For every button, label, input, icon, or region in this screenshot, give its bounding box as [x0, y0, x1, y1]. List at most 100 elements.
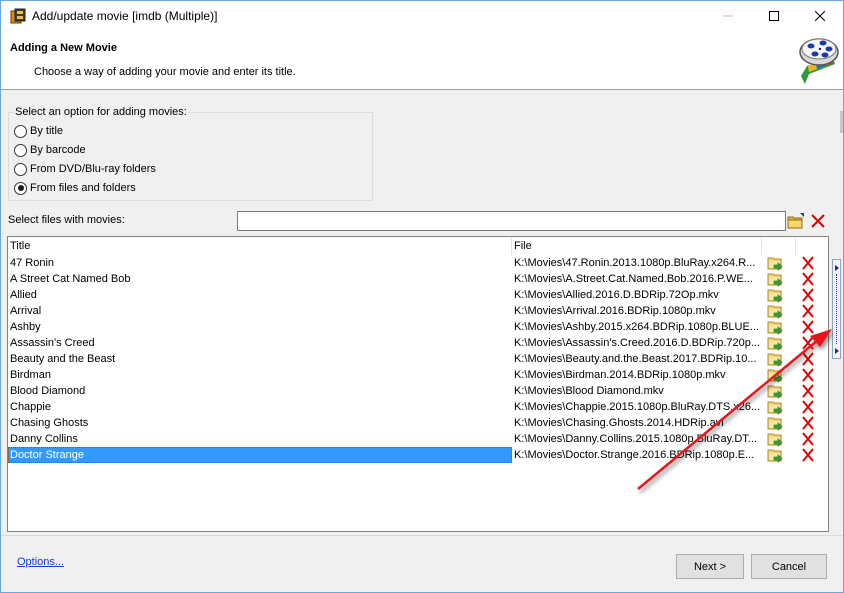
close-button[interactable]	[797, 1, 843, 31]
radio-button[interactable]	[14, 162, 27, 176]
wizard-header: Adding a New Movie Choose a way of addin…	[1, 31, 843, 90]
red-x-icon[interactable]	[800, 319, 816, 335]
triangle-right-icon	[835, 348, 839, 354]
red-x-icon[interactable]	[800, 431, 816, 447]
table-row[interactable]: Danny Collins K:\Movies\Danny.Collins.201…	[8, 431, 828, 447]
film-reel-icon	[799, 38, 839, 84]
cell-file[interactable]: K:\Movies\Doctor.Strange.2016.BDRip.1080…	[513, 447, 761, 463]
table-row[interactable]: Assassin's Creed K:\Movies\Assassin's.Cre…	[8, 335, 828, 351]
folder-arrow-icon[interactable]	[767, 383, 783, 399]
table-row[interactable]: Chasing Ghosts K:\Movies\Chasing.Ghosts.2…	[8, 415, 828, 431]
cell-file[interactable]: K:\Movies\Assassin's.Creed.2016.D.BDRip.…	[513, 335, 761, 351]
folder-arrow-icon[interactable]	[767, 431, 783, 447]
table-row[interactable]: 47 Ronin K:\Movies\47.Ronin.2013.1080p.Bl…	[8, 255, 828, 271]
cell-file[interactable]: K:\Movies\Allied.2016.D.BDRip.72Op.mkv	[513, 287, 761, 303]
table-row[interactable]: Chappie K:\Movies\Chappie.2015.1080p.BluR…	[8, 399, 828, 415]
table-row[interactable]: Birdman K:\Movies\Birdman.2014.BDRip.1080…	[8, 367, 828, 383]
radio-from-files-folders[interactable]: From files and folders	[14, 180, 136, 196]
folder-arrow-icon[interactable]	[767, 351, 783, 367]
folder-arrow-icon[interactable]	[767, 255, 783, 271]
cell-title[interactable]: Arrival	[8, 303, 512, 319]
window-title: Add/update movie [imdb (Multiple)]	[32, 9, 218, 23]
cell-title[interactable]: A Street Cat Named Bob	[8, 271, 512, 287]
red-x-icon[interactable]	[800, 303, 816, 319]
radio-from-dvd-folders[interactable]: From DVD/Blu-ray folders	[14, 161, 156, 177]
title-bar: Add/update movie [imdb (Multiple)]	[1, 1, 843, 31]
radio-label: By barcode	[30, 144, 86, 156]
cell-title[interactable]: Ashby	[8, 319, 512, 335]
table-row[interactable]: Blood Diamond K:\Movies\Blood Diamond.mkv	[8, 383, 828, 399]
options-link[interactable]: Options...	[17, 556, 64, 568]
red-x-icon[interactable]	[800, 271, 816, 287]
folder-arrow-icon[interactable]	[767, 319, 783, 335]
cell-file[interactable]: K:\Movies\A.Street.Cat.Named.Bob.2016.P.…	[513, 271, 761, 287]
minimize-button[interactable]	[705, 1, 751, 31]
folder-arrow-icon[interactable]	[767, 287, 783, 303]
folder-arrow-icon[interactable]	[767, 399, 783, 415]
red-x-icon[interactable]	[800, 399, 816, 415]
cell-file[interactable]: K:\Movies\Arrival.2016.BDRip.1080p.mkv	[513, 303, 761, 319]
radio-button[interactable]	[14, 143, 27, 157]
radio-label: From files and folders	[30, 182, 136, 194]
column-header-title[interactable]: Title	[8, 237, 512, 255]
cell-title[interactable]: Beauty and the Beast	[8, 351, 512, 367]
select-files-input[interactable]	[237, 211, 786, 231]
folder-open-icon[interactable]	[787, 212, 805, 230]
table-row[interactable]: Doctor Strange K:\Movies\Doctor.Strange.2…	[8, 447, 828, 463]
cell-file[interactable]: K:\Movies\Beauty.and.the.Beast.2017.BDRi…	[513, 351, 761, 367]
cell-title[interactable]: 47 Ronin	[8, 255, 512, 271]
cell-title[interactable]: Birdman	[8, 367, 512, 383]
red-x-icon[interactable]	[800, 415, 816, 431]
red-x-icon[interactable]	[800, 447, 816, 463]
cell-title[interactable]: Blood Diamond	[8, 383, 512, 399]
window-scrollbar-thumb[interactable]	[840, 111, 843, 133]
table-row[interactable]: Allied K:\Movies\Allied.2016.D.BDRip.72Op…	[8, 287, 828, 303]
cell-title[interactable]: Chasing Ghosts	[8, 415, 512, 431]
cell-title[interactable]: Allied	[8, 287, 512, 303]
folder-arrow-icon[interactable]	[767, 271, 783, 287]
cell-title[interactable]: Chappie	[8, 399, 512, 415]
cell-title[interactable]: Danny Collins	[8, 431, 512, 447]
next-button[interactable]: Next >	[676, 554, 744, 579]
red-x-icon[interactable]	[800, 287, 816, 303]
folder-arrow-icon[interactable]	[767, 335, 783, 351]
cell-title[interactable]: Assassin's Creed	[8, 335, 512, 351]
footer-divider	[1, 535, 843, 536]
cell-file[interactable]: K:\Movies\Blood Diamond.mkv	[513, 383, 761, 399]
add-update-movie-dialog: Add/update movie [imdb (Multiple)] Addin…	[0, 0, 844, 593]
red-x-icon[interactable]	[800, 351, 816, 367]
radio-button[interactable]	[14, 124, 27, 138]
table-row[interactable]: A Street Cat Named Bob K:\Movies\A.Street…	[8, 271, 828, 287]
cancel-button[interactable]: Cancel	[751, 554, 827, 579]
cell-file[interactable]: K:\Movies\Chappie.2015.1080p.BluRay.DTS.…	[513, 399, 761, 415]
page-title: Adding a New Movie	[10, 42, 117, 54]
grid-side-splitter[interactable]	[832, 259, 841, 359]
cell-file[interactable]: K:\Movies\Ashby.2015.x264.BDRip.1080p.BL…	[513, 319, 761, 335]
radio-label: From DVD/Blu-ray folders	[30, 163, 156, 175]
column-header-open	[762, 237, 796, 255]
radio-by-barcode[interactable]: By barcode	[14, 142, 86, 158]
red-x-icon[interactable]	[800, 383, 816, 399]
red-x-icon[interactable]	[800, 255, 816, 271]
folder-arrow-icon[interactable]	[767, 447, 783, 463]
red-x-icon[interactable]	[809, 212, 827, 230]
folder-arrow-icon[interactable]	[767, 367, 783, 383]
app-film-icon	[10, 8, 26, 24]
cell-file[interactable]: K:\Movies\47.Ronin.2013.1080p.BluRay.x26…	[513, 255, 761, 271]
column-header-remove	[796, 237, 828, 255]
folder-arrow-icon[interactable]	[767, 303, 783, 319]
table-row[interactable]: Arrival K:\Movies\Arrival.2016.BDRip.1080…	[8, 303, 828, 319]
table-row[interactable]: Beauty and the Beast K:\Movies\Beauty.and…	[8, 351, 828, 367]
column-header-file[interactable]: File	[512, 237, 762, 255]
cell-title[interactable]: Doctor Strange	[8, 447, 512, 463]
folder-arrow-icon[interactable]	[767, 415, 783, 431]
cell-file[interactable]: K:\Movies\Chasing.Ghosts.2014.HDRip.avi	[513, 415, 761, 431]
red-x-icon[interactable]	[800, 367, 816, 383]
maximize-button[interactable]	[751, 1, 797, 31]
radio-button-checked[interactable]	[14, 181, 27, 195]
cell-file[interactable]: K:\Movies\Danny.Collins.2015.1080p.BluRa…	[513, 431, 761, 447]
cell-file[interactable]: K:\Movies\Birdman.2014.BDRip.1080p.mkv	[513, 367, 761, 383]
red-x-icon[interactable]	[800, 335, 816, 351]
table-row[interactable]: Ashby K:\Movies\Ashby.2015.x264.BDRip.108…	[8, 319, 828, 335]
radio-by-title[interactable]: By title	[14, 123, 63, 139]
